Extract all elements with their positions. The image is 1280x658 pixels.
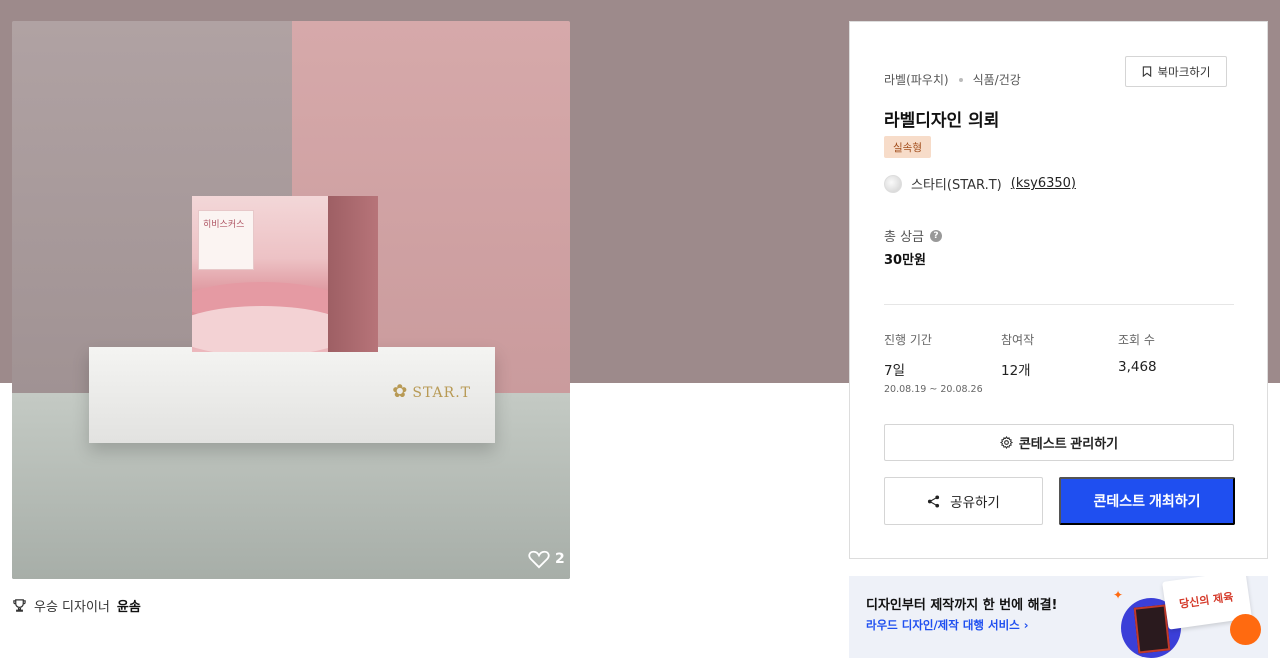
product-box-side [328,196,378,352]
host-contest-button[interactable]: 콘테스트 개최하기 [1059,477,1235,525]
award-prefix: 우승 디자이너 [34,600,110,615]
stat-duration: 진행 기간 7일 20.08.19 ~ 20.08.26 [884,331,983,395]
like-count: 2 [555,551,565,567]
category-main[interactable]: 라벨(파우치) [884,71,949,88]
promo-headline: 디자인부터 제작까지 한 번에 해결! [866,598,1058,613]
bookmark-icon [1142,66,1151,77]
bookmark-label: 북마크하기 [1157,64,1211,79]
winning-design-image[interactable]: ✿ STAR.T 히비스커스 2 [12,21,570,579]
prize-label: 총 상금 ? [884,226,943,245]
host-handle[interactable]: (ksy6350) [1011,176,1076,191]
host-avatar [884,174,902,193]
share-button[interactable]: 공유하기 [884,477,1043,525]
bookmark-button[interactable]: 북마크하기 [1125,56,1227,87]
share-icon [928,494,940,508]
category-separator [958,77,963,82]
divider [884,304,1234,305]
promo-link[interactable]: 라우드 디자인/제작 대행 서비스 › [866,617,1029,633]
spark-icon: ✦ [1113,588,1124,602]
views-label: 조회 수 [1118,333,1155,347]
contest-info-card: 라벨(파우치) 식품/건강 북마크하기 라벨디자인 의뢰 실속형 스타티(STA… [849,21,1268,559]
duration-value: 7일 [884,363,906,379]
contest-title: 라벨디자인 의뢰 [884,111,1000,131]
product-box-label: 히비스커스 [198,210,254,270]
share-label: 공유하기 [950,495,1000,510]
product-box: 히비스커스 [192,196,378,352]
manage-contest-button[interactable]: 콘테스트 관리하기 [884,424,1234,461]
entries-value: 12개 [1001,363,1031,379]
promo-art-dot [1230,614,1261,645]
contest-host[interactable]: 스타티(STAR.T) (ksy6350) [884,174,1076,193]
entries-label: 참여작 [1001,333,1035,347]
like-button[interactable]: 2 [528,549,565,569]
host-name: 스타티(STAR.T) [911,178,1002,193]
stat-views: 조회 수 3,468 [1118,331,1157,375]
product-box-front: 히비스커스 [192,196,328,352]
trophy-icon [13,599,26,612]
gear-icon [999,436,1013,449]
views-value: 3,468 [1118,359,1157,375]
manage-label: 콘테스트 관리하기 [1018,436,1119,451]
winner-designer: 우승 디자이너 윤솜 [12,596,141,615]
duration-label: 진행 기간 [884,333,932,347]
promo-art-package [1133,604,1171,654]
help-icon[interactable]: ? [930,229,943,242]
contest-type-badge: 실속형 [884,136,931,158]
category-breadcrumb: 라벨(파우치) 식품/건강 [884,71,1021,88]
duration-dates: 20.08.19 ~ 20.08.26 [884,384,983,395]
stat-entries: 참여작 12개 [1001,331,1034,379]
promo-banner[interactable]: 디자인부터 제작까지 한 번에 해결! 라우드 디자인/제작 대행 서비스 › … [849,576,1268,658]
base-box-brand: ✿ STAR.T [392,381,471,402]
winner-name[interactable]: 윤솜 [117,596,141,615]
category-sub[interactable]: 식품/건강 [973,71,1021,88]
base-box: ✿ STAR.T [89,347,495,443]
prize-value: 30만원 [884,253,927,268]
heart-icon [528,550,550,569]
